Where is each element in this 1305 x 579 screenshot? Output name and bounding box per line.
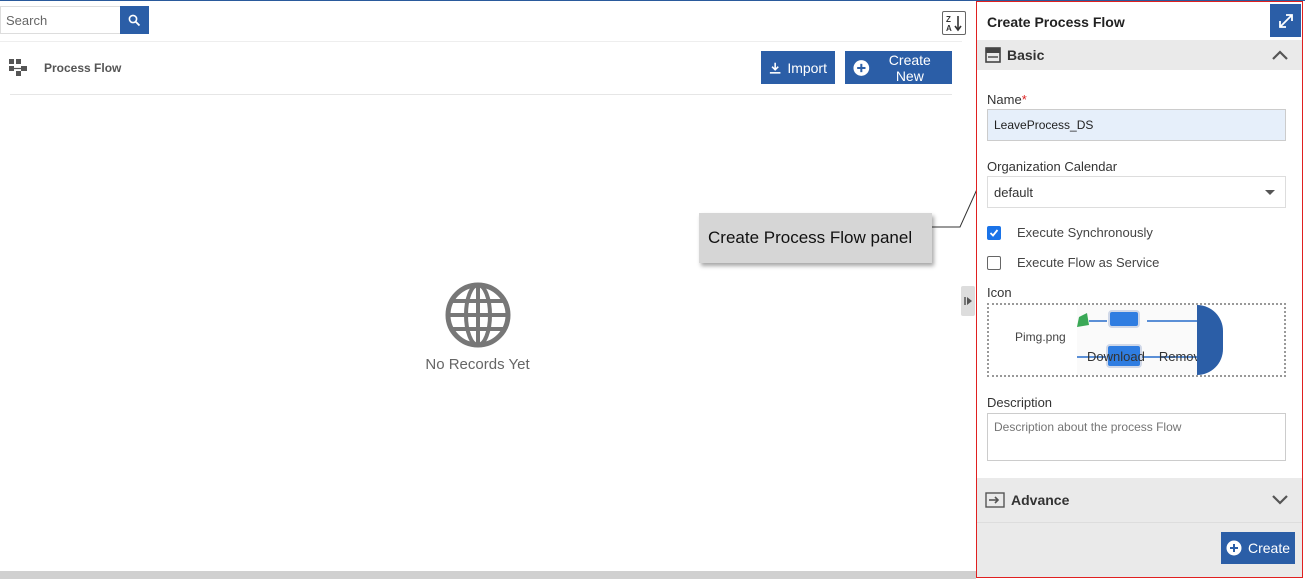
icon-actions: Download Remove: [1077, 349, 1199, 364]
execute-as-service-row: Execute Flow as Service: [987, 255, 1159, 270]
sort-za-icon: Z A: [946, 15, 962, 33]
description-textarea[interactable]: [987, 413, 1286, 461]
input-arrow-icon: [985, 492, 1005, 508]
execute-synchronously-checkbox[interactable]: [987, 225, 1001, 240]
plus-circle-icon: [853, 59, 870, 76]
expand-panel-button[interactable]: [1270, 4, 1301, 37]
execute-synchronously-label: Execute Synchronously: [1017, 225, 1153, 240]
expand-icon: [1278, 13, 1293, 28]
search-bar: [0, 6, 149, 34]
caret-right-icon: [963, 297, 972, 305]
panel-collapse-handle[interactable]: [961, 286, 975, 316]
advance-label: Advance: [1011, 492, 1070, 508]
execute-as-service-label: Execute Flow as Service: [1017, 255, 1160, 270]
execute-as-service-checkbox[interactable]: [987, 255, 1001, 270]
callout-text: Create Process Flow panel: [708, 228, 913, 247]
checkmark-icon: [989, 228, 999, 237]
create-new-label: Create New: [888, 51, 931, 84]
execute-synchronously-row: Execute Synchronously: [987, 225, 1153, 240]
icon-upload-area[interactable]: Pimg.png Download Remove: [987, 303, 1286, 377]
empty-message: No Records Yet: [425, 356, 530, 373]
header-divider: [0, 41, 962, 42]
required-marker: *: [1021, 92, 1027, 107]
icon-download-link[interactable]: Download: [1087, 349, 1145, 364]
basic-section-header[interactable]: Basic: [977, 40, 1302, 70]
annotation-callout: Create Process Flow panel: [699, 213, 932, 263]
create-label: Create: [1247, 540, 1291, 556]
icon-thumbnail: Download Remove: [1077, 305, 1199, 375]
basic-label: Basic: [1007, 47, 1045, 63]
advance-section-header[interactable]: Advance: [977, 478, 1302, 522]
description-field-label: Description: [987, 395, 1053, 410]
import-button[interactable]: Import: [761, 51, 835, 84]
name-label-text: Name: [987, 92, 1022, 107]
globe-icon: [445, 282, 510, 348]
chevron-up-icon: [1272, 50, 1288, 60]
calendar-field-label: Organization Calendar: [987, 159, 1118, 174]
name-field-label: Name*: [987, 92, 1027, 107]
panel-header: Create Process Flow: [977, 2, 1302, 40]
icon-filename: Pimg.png: [1015, 330, 1066, 344]
search-button[interactable]: [120, 6, 149, 34]
calendar-selected-value: default: [994, 184, 1034, 200]
caret-down-icon: [1265, 190, 1275, 195]
callout-pointer: [930, 186, 979, 228]
organization-calendar-select[interactable]: default: [987, 176, 1286, 208]
thumbnail-edge: [1197, 305, 1223, 375]
icon-remove-link[interactable]: Remove: [1159, 349, 1199, 364]
name-input[interactable]: [987, 109, 1286, 141]
sort-button[interactable]: Z A: [942, 11, 966, 35]
page-title: Process Flow: [44, 61, 122, 75]
panel-footer: Create: [977, 522, 1302, 577]
create-process-flow-panel: Create Process Flow Basic Name* Organiza…: [976, 1, 1303, 578]
icon-field-label: Icon: [987, 285, 1012, 300]
search-icon: [128, 14, 141, 26]
list-divider: [10, 94, 952, 95]
create-button[interactable]: Create: [1221, 532, 1295, 564]
bottom-scrollbar[interactable]: [0, 571, 976, 579]
create-new-button[interactable]: Create New: [845, 51, 952, 84]
chevron-down-icon: [1272, 495, 1288, 505]
form-icon: [985, 47, 1001, 63]
empty-state: No Records Yet: [410, 282, 545, 373]
flow-diagram-thumbnail: [1077, 310, 1197, 368]
download-icon: [769, 62, 781, 74]
svg-text:Z: Z: [946, 15, 951, 24]
panel-title: Create Process Flow: [987, 14, 1125, 30]
svg-text:A: A: [946, 24, 952, 33]
plus-circle-icon: [1226, 540, 1242, 556]
process-flow-icon: [9, 59, 27, 76]
search-input[interactable]: [0, 6, 120, 34]
import-label: Import: [787, 59, 827, 76]
